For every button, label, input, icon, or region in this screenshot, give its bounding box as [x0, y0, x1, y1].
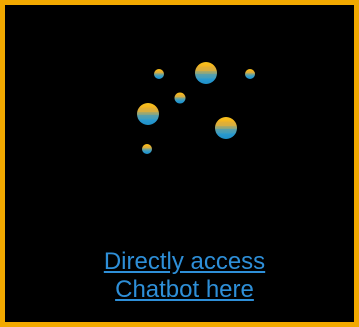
chatbot-tile[interactable]: Directly access Chatbot here [0, 0, 359, 327]
chatbot-link-line-2[interactable]: Chatbot here [5, 276, 359, 304]
bubbles-logo-icon [137, 62, 255, 154]
chatbot-link-container: Directly access Chatbot here [5, 248, 359, 304]
chatbot-link-line-1[interactable]: Directly access [5, 248, 359, 276]
